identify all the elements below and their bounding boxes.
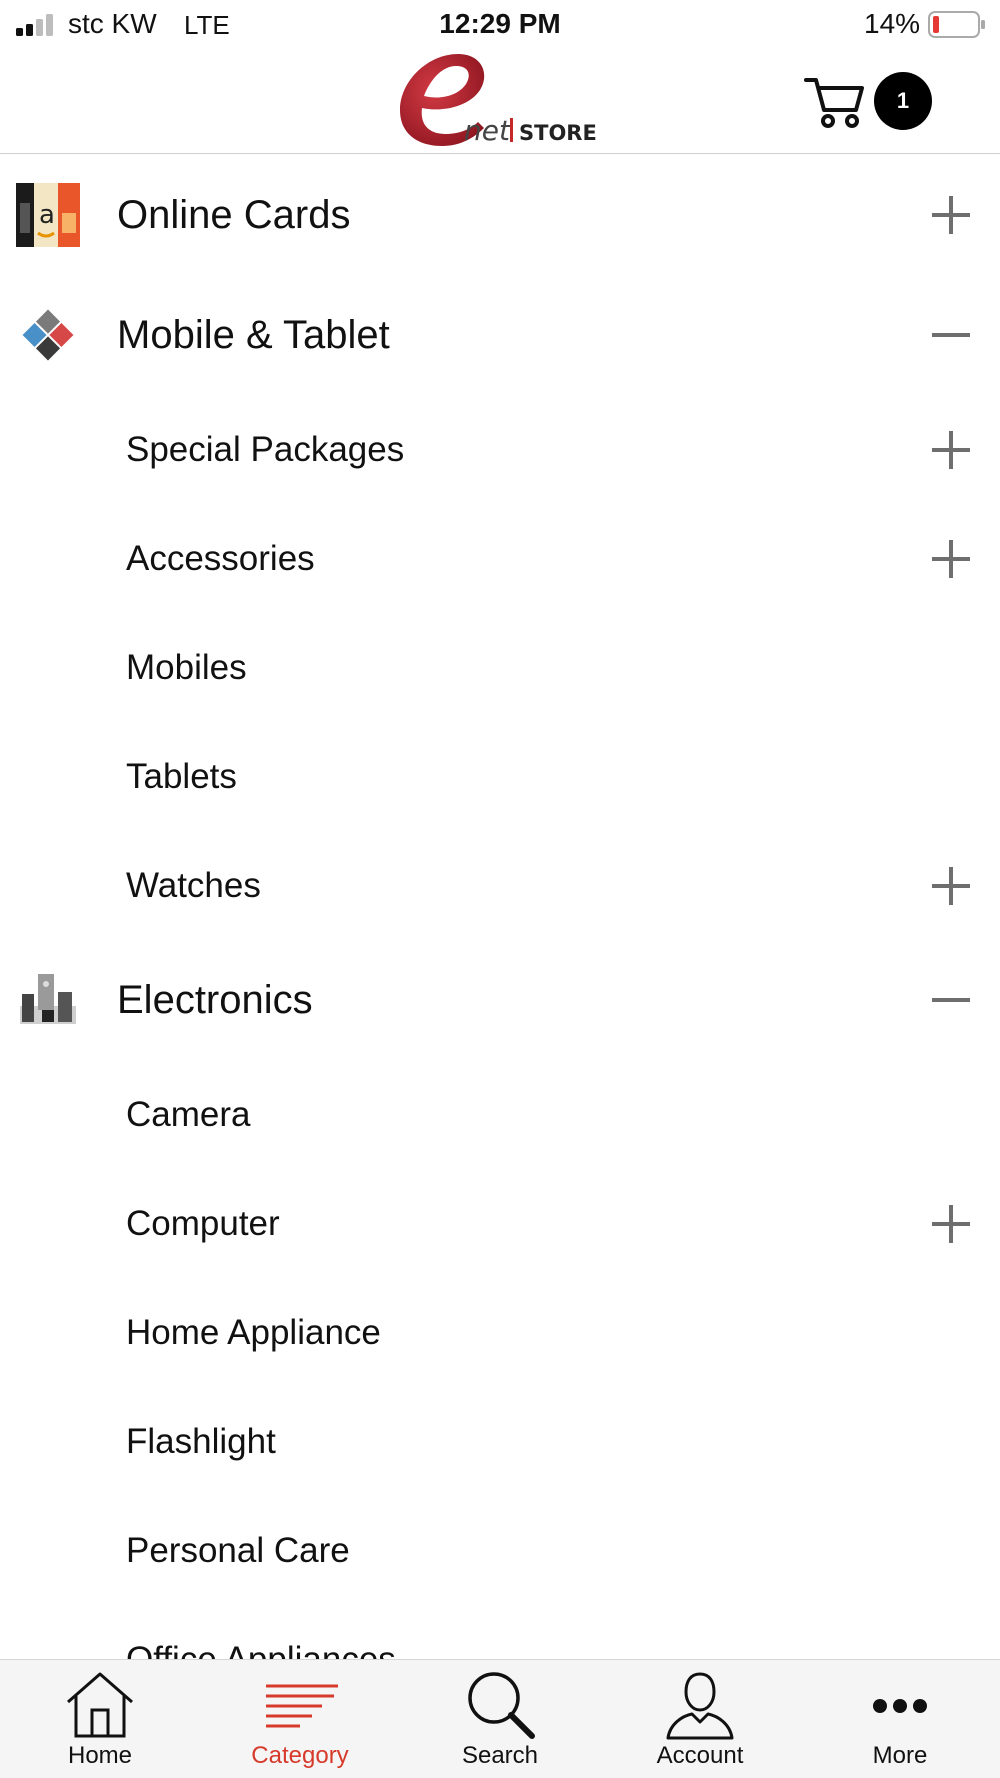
subcategory-computer[interactable]: Computer [0, 1169, 1000, 1278]
tab-label: Search [461, 1742, 539, 1769]
expand-plus-icon[interactable] [928, 427, 974, 473]
electronics-thumbnail [20, 974, 76, 1024]
category-electronics[interactable]: Electronics [0, 940, 1000, 1060]
collapse-minus-icon[interactable] [928, 977, 974, 1023]
tab-label: Category [251, 1742, 349, 1769]
cart-count-badge: 1 [874, 72, 932, 130]
subcategory-personal-care[interactable]: Personal Care [0, 1496, 1000, 1605]
subcategory-label: Personal Care [126, 1530, 350, 1570]
logo-net-text: net [464, 114, 511, 147]
account-icon [666, 1672, 734, 1740]
category-icon [266, 1684, 338, 1728]
tab-account[interactable]: Account [600, 1660, 800, 1778]
tab-search[interactable]: Search [400, 1660, 600, 1778]
subcategory-label: Flashlight [126, 1421, 276, 1461]
subcategory-home-appliance[interactable]: Home Appliance [0, 1278, 1000, 1387]
mobile-tablet-thumbnail [22, 309, 74, 361]
status-bar: stc KW LTE 12:29 PM 14% [0, 0, 1000, 50]
tab-category[interactable]: Category [200, 1660, 400, 1778]
subcategory-special-packages[interactable]: Special Packages [0, 395, 1000, 504]
tab-home[interactable]: Home [0, 1660, 200, 1778]
bottom-tab-bar: Home Category Search Account More [0, 1659, 1000, 1778]
category-label: Online Cards [117, 192, 351, 237]
logo-store-text: STORE [519, 121, 597, 145]
collapse-minus-icon[interactable] [928, 312, 974, 358]
tab-label: Account [656, 1742, 744, 1769]
category-online-cards[interactable]: a Online Cards [0, 155, 1000, 275]
category-mobile-tablet[interactable]: Mobile & Tablet [0, 275, 1000, 395]
home-icon [67, 1672, 133, 1738]
svg-text:a: a [39, 200, 55, 230]
subcategory-tablets[interactable]: Tablets [0, 722, 1000, 831]
subcategory-label: Watches [126, 865, 261, 905]
app-header: net STORE 1 [0, 50, 1000, 154]
tab-label: Home [67, 1742, 133, 1769]
expand-plus-icon[interactable] [928, 1201, 974, 1247]
more-icon [873, 1699, 927, 1713]
enet-store-logo[interactable]: net STORE [398, 46, 604, 152]
category-label: Electronics [117, 977, 313, 1022]
subcategory-office-appliances[interactable]: Office Appliances [0, 1605, 1000, 1660]
battery-icon [928, 11, 985, 38]
subcategory-label: Special Packages [126, 429, 405, 469]
subcategory-label: Camera [126, 1094, 251, 1134]
tab-more[interactable]: More [800, 1660, 1000, 1778]
subcategory-camera[interactable]: Camera [0, 1060, 1000, 1169]
subcategory-label: Computer [126, 1203, 280, 1243]
subcategory-flashlight[interactable]: Flashlight [0, 1387, 1000, 1496]
subcategory-label: Office Appliances [126, 1639, 396, 1660]
subcategory-label: Home Appliance [126, 1312, 381, 1352]
status-time: 12:29 PM [439, 8, 561, 39]
gift-cards-thumbnail: a [16, 183, 80, 247]
battery-percentage: 14% [864, 8, 921, 39]
category-label: Mobile & Tablet [117, 312, 390, 357]
expand-plus-icon[interactable] [928, 863, 974, 909]
shopping-cart-icon[interactable] [804, 74, 866, 130]
tab-label: More [872, 1742, 928, 1769]
subcategory-accessories[interactable]: Accessories [0, 504, 1000, 613]
subcategory-label: Tablets [126, 756, 237, 796]
expand-plus-icon[interactable] [928, 192, 974, 238]
search-icon [468, 1672, 535, 1739]
subcategory-label: Accessories [126, 538, 315, 578]
subcategory-mobiles[interactable]: Mobiles [0, 613, 1000, 722]
expand-plus-icon[interactable] [928, 536, 974, 582]
subcategory-watches[interactable]: Watches [0, 831, 1000, 940]
category-list: a Online Cards Mobile & Tablet Special P… [0, 155, 1000, 1659]
subcategory-label: Mobiles [126, 647, 247, 687]
